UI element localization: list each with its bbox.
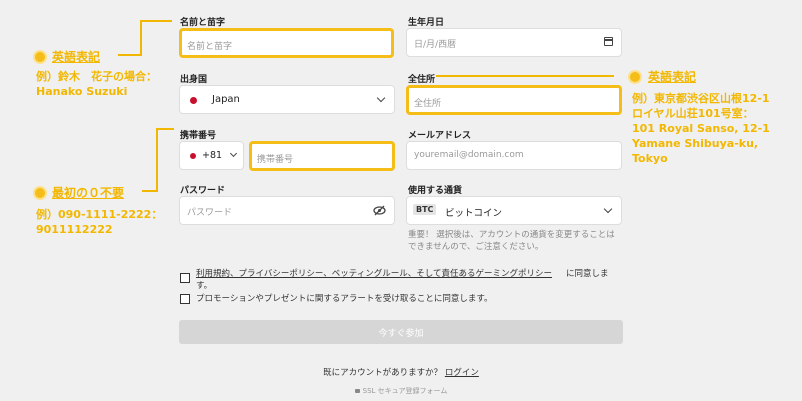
chevron-down-icon bbox=[229, 149, 238, 158]
currency-badge: BTC bbox=[413, 204, 437, 215]
birthdate-input[interactable]: 日/月/西暦 bbox=[406, 28, 622, 57]
email-label: メールアドレス bbox=[408, 131, 472, 141]
name-input[interactable]: 名前と苗字 bbox=[179, 28, 394, 58]
secure-form-note: SSL セキュア登録フォーム bbox=[0, 386, 802, 396]
join-now-label: 今すぐ参加 bbox=[378, 329, 424, 339]
country-label: 出身国 bbox=[180, 75, 208, 85]
annotation-text: 例）鈴木 花子の場合： bbox=[36, 70, 157, 83]
phone-placeholder: 携帯番号 bbox=[257, 155, 294, 165]
secure-form-text: SSL セキュア登録フォーム bbox=[362, 387, 448, 395]
annotation-connector bbox=[118, 54, 142, 56]
annotation-text: 9011112222 bbox=[36, 223, 113, 236]
email-input[interactable]: youremail@domain.com bbox=[406, 141, 622, 170]
calendar-icon[interactable] bbox=[604, 37, 613, 46]
annotation-bullet-icon bbox=[35, 188, 45, 198]
annotation-connector bbox=[156, 128, 158, 192]
password-placeholder: パスワード bbox=[187, 208, 233, 218]
birthdate-label: 生年月日 bbox=[408, 18, 445, 28]
terms-text: す。 bbox=[196, 281, 213, 291]
login-prompt: 既にアカウントがありますか？ ログイン bbox=[0, 366, 802, 378]
have-account-text: 既にアカウントがありますか？ bbox=[323, 368, 443, 378]
phone-code-value: +81 bbox=[202, 150, 223, 161]
currency-note: できませんので、ご注意ください。 bbox=[408, 242, 544, 252]
birthdate-placeholder: 日/月/西暦 bbox=[414, 40, 457, 50]
annotation-title: 英語表記 bbox=[648, 70, 697, 84]
annotation-text: Yamane Shibuya-ku, bbox=[632, 137, 759, 150]
name-placeholder: 名前と苗字 bbox=[187, 42, 233, 52]
promotions-checkbox[interactable] bbox=[180, 294, 190, 304]
annotation-title: 英語表記 bbox=[52, 50, 101, 64]
terms-text: に同意しま bbox=[566, 269, 609, 279]
japan-flag-icon bbox=[190, 97, 197, 104]
annotation-connector bbox=[140, 20, 142, 56]
currency-value: ビットコイン bbox=[445, 208, 503, 219]
chevron-down-icon bbox=[603, 204, 613, 214]
annotation-text: Hanako Suzuki bbox=[36, 85, 128, 98]
chevron-down-icon bbox=[376, 93, 386, 103]
currency-label: 使用する通貨 bbox=[408, 186, 463, 196]
annotation-connector bbox=[436, 75, 614, 77]
japan-flag-icon bbox=[190, 153, 196, 159]
annotation-text: 例）090-1111-2222： bbox=[36, 208, 163, 221]
eye-slash-icon[interactable] bbox=[373, 205, 386, 216]
phone-country-code-select[interactable]: +81 bbox=[179, 141, 244, 170]
annotation-text: ロイヤル山荘101号室： bbox=[632, 107, 754, 120]
promotions-text: プロモーションやプレゼントに関するアラートを受け取ることに同意します。 bbox=[196, 294, 493, 304]
terms-checkbox[interactable] bbox=[180, 273, 190, 283]
currency-select[interactable]: BTC ビットコイン bbox=[406, 196, 622, 225]
login-link[interactable]: ログイン bbox=[445, 368, 479, 378]
annotation-text: Tokyo bbox=[632, 152, 668, 165]
phone-input[interactable]: 携帯番号 bbox=[249, 141, 395, 171]
country-value: Japan bbox=[212, 94, 240, 105]
terms-text[interactable]: 利用規約、プライバシーポリシー、ベッティングルール、そして責任あるゲーミングポリ… bbox=[196, 267, 552, 279]
address-input[interactable]: 全住所 bbox=[406, 85, 622, 115]
annotation-bullet-icon bbox=[630, 72, 640, 82]
annotation-bullet-icon bbox=[35, 52, 45, 62]
email-placeholder: youremail@domain.com bbox=[414, 150, 524, 160]
password-label: パスワード bbox=[180, 186, 226, 196]
annotation-connector bbox=[142, 190, 158, 192]
annotation-text: 例）東京都渋谷区山根12-1 bbox=[632, 92, 770, 105]
address-placeholder: 全住所 bbox=[414, 99, 442, 109]
phone-label: 携帯番号 bbox=[180, 131, 217, 141]
lock-icon bbox=[354, 389, 360, 393]
join-now-button[interactable]: 今すぐ参加 bbox=[179, 320, 623, 344]
country-select[interactable]: Japan bbox=[179, 85, 395, 114]
annotation-connector bbox=[156, 128, 174, 130]
annotation-title: 最初の０不要 bbox=[52, 186, 125, 200]
annotation-connector bbox=[140, 20, 172, 22]
annotation-text: 101 Royal Sanso, 12-1 bbox=[632, 122, 770, 135]
password-input[interactable]: パスワード bbox=[179, 196, 395, 225]
address-label: 全住所 bbox=[408, 75, 436, 85]
name-label: 名前と苗字 bbox=[180, 18, 226, 28]
